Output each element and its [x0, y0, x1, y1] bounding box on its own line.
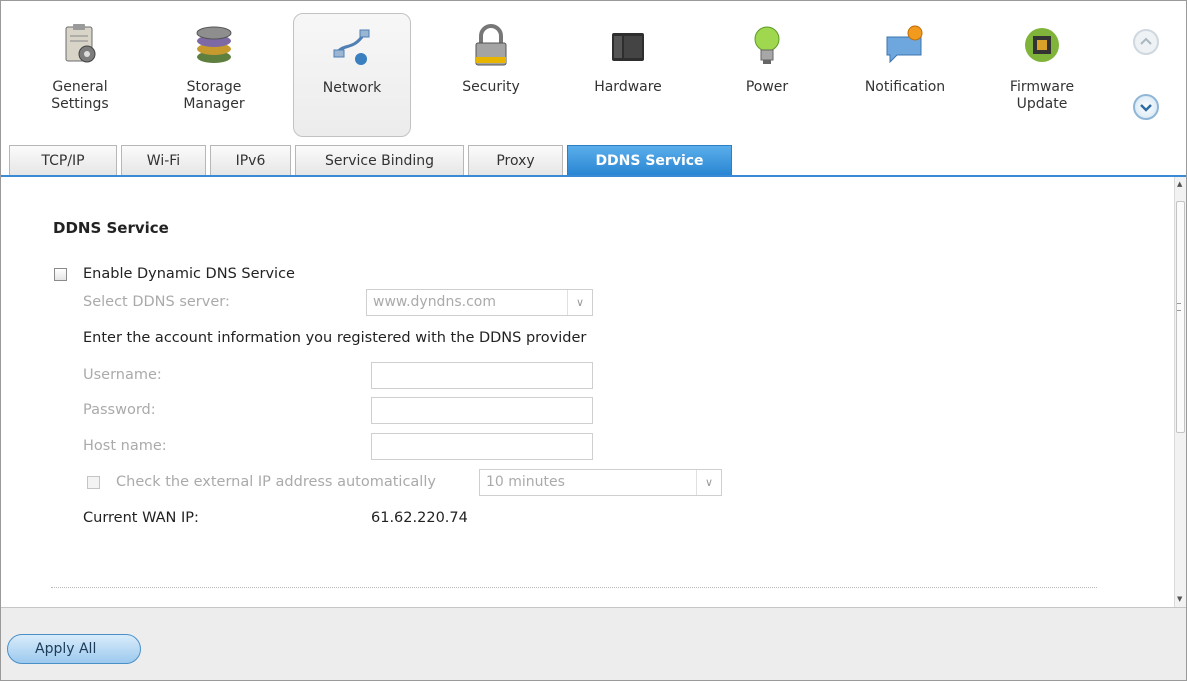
category-label: Hardware: [594, 79, 662, 95]
chip-update-icon: [1020, 23, 1064, 67]
tab-bar: TCP/IP Wi-Fi IPv6 Service Binding Proxy …: [1, 145, 1186, 175]
category-label: Firmware Update: [1009, 79, 1075, 112]
chevron-up-icon: [1140, 37, 1152, 45]
category-label: Power: [745, 79, 789, 95]
category-label: Notification: [864, 79, 946, 95]
account-info-text: Enter the account information you regist…: [83, 330, 587, 346]
enable-ddns-label: Enable Dynamic DNS Service: [83, 266, 295, 282]
password-label: Password:: [83, 402, 156, 418]
network-cable-icon: [330, 24, 374, 68]
tab-wi-fi[interactable]: Wi-Fi: [121, 145, 206, 175]
check-interval-value: 10 minutes: [486, 474, 565, 490]
category-notification[interactable]: Notification: [846, 13, 964, 137]
ddns-server-select[interactable]: www.dyndns.com ∨: [366, 289, 593, 316]
host-name-label: Host name:: [83, 438, 167, 454]
clipboard-gear-icon: [58, 23, 102, 67]
scrollbar-thumb[interactable]: [1176, 201, 1185, 433]
footer-bar: Apply All: [1, 607, 1186, 680]
username-label: Username:: [83, 367, 162, 383]
scrollbar-grip-icon: [1177, 303, 1181, 311]
wan-ip-value: 61.62.220.74: [371, 510, 468, 526]
category-storage-manager[interactable]: Storage Manager: [155, 13, 273, 137]
lightbulb-icon: [745, 23, 789, 67]
category-security[interactable]: Security: [432, 13, 550, 137]
check-external-ip-checkbox[interactable]: [87, 476, 100, 489]
host-name-input[interactable]: [371, 433, 593, 460]
category-general-settings[interactable]: General Settings: [21, 13, 139, 137]
enable-ddns-checkbox[interactable]: [54, 268, 67, 281]
password-input[interactable]: [371, 397, 593, 424]
section-divider: [51, 587, 1097, 588]
section-title: DDNS Service: [53, 219, 169, 237]
category-label: Security: [462, 79, 520, 95]
category-network[interactable]: Network: [293, 13, 411, 137]
chevron-down-icon: [1140, 104, 1152, 112]
chevron-down-icon: ∨: [696, 470, 721, 495]
speech-bubble-icon: [883, 23, 927, 67]
tab-proxy[interactable]: Proxy: [468, 145, 563, 175]
category-power[interactable]: Power: [708, 13, 826, 137]
check-external-ip-label: Check the external IP address automatica…: [116, 474, 436, 490]
tab-ipv6[interactable]: IPv6: [210, 145, 291, 175]
tab-ddns-service[interactable]: DDNS Service: [567, 145, 732, 175]
ddns-server-label: Select DDNS server:: [83, 294, 230, 310]
tab-tcp-ip[interactable]: TCP/IP: [9, 145, 117, 175]
ddns-panel: DDNS Service Enable Dynamic DNS Service …: [1, 177, 1174, 607]
category-firmware-update[interactable]: Firmware Update: [983, 13, 1101, 137]
vertical-scrollbar[interactable]: ▲ ▼: [1174, 177, 1186, 607]
category-toolbar: General Settings Storage Manager Network…: [1, 1, 1186, 146]
apply-all-button[interactable]: Apply All: [7, 634, 141, 664]
scroll-arrow-down-icon[interactable]: ▼: [1177, 595, 1182, 603]
tab-service-binding[interactable]: Service Binding: [295, 145, 464, 175]
category-hardware[interactable]: Hardware: [569, 13, 687, 137]
ddns-server-value: www.dyndns.com: [373, 294, 496, 310]
scroll-arrow-up-icon[interactable]: ▲: [1177, 180, 1182, 188]
category-label: Network: [322, 80, 382, 96]
username-input[interactable]: [371, 362, 593, 389]
chevron-down-icon: ∨: [567, 290, 592, 315]
category-label: Storage Manager: [183, 79, 245, 112]
nas-device-icon: [606, 23, 650, 67]
scroll-up-button[interactable]: [1133, 29, 1159, 55]
wan-ip-label: Current WAN IP:: [83, 510, 199, 526]
scroll-down-button[interactable]: [1133, 94, 1159, 120]
storage-disks-icon: [192, 23, 236, 67]
check-interval-select[interactable]: 10 minutes ∨: [479, 469, 722, 496]
padlock-icon: [469, 23, 513, 67]
category-label: General Settings: [51, 79, 109, 112]
